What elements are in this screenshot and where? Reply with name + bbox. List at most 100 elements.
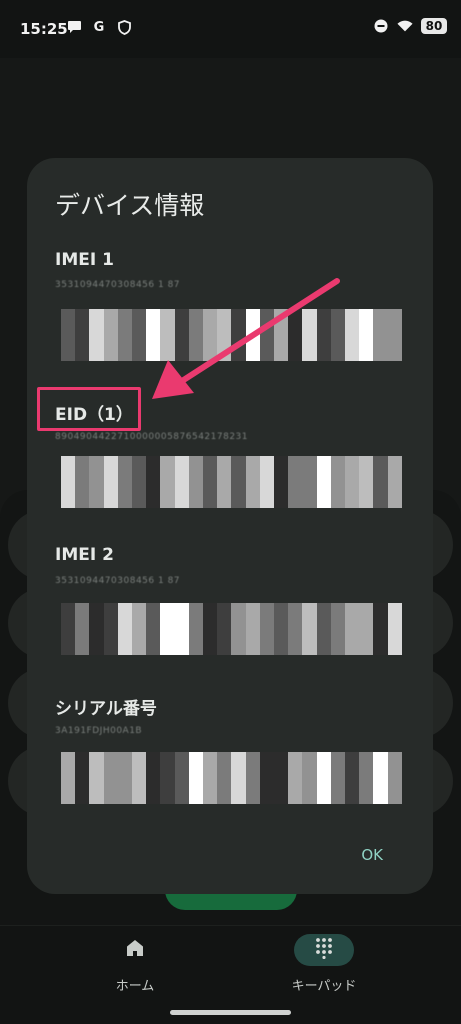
barcode-block [146, 603, 161, 655]
eid-value: 8904904422710000005876542178231 [55, 432, 249, 442]
google-icon: G [93, 19, 105, 35]
barcode-block [387, 603, 402, 655]
nav-home-label: ホーム [115, 979, 155, 994]
barcode-block [160, 456, 175, 508]
wifi-icon [397, 18, 413, 34]
barcode-block [302, 603, 317, 655]
battery-level: 80 [421, 18, 447, 34]
barcode-block [146, 752, 161, 804]
serial-barcode [61, 752, 402, 804]
gesture-handle[interactable] [170, 1010, 291, 1015]
barcode-block [274, 309, 289, 361]
barcode-block [174, 456, 189, 508]
barcode-block [160, 752, 175, 804]
barcode-block [330, 752, 346, 804]
barcode-block [274, 456, 289, 508]
barcode-block [117, 752, 133, 804]
barcode-block [345, 603, 360, 655]
eid-highlight-box [37, 387, 141, 431]
status-right-icons: 80 [373, 18, 447, 34]
barcode-block [373, 752, 388, 804]
barcode-block [345, 456, 360, 508]
barcode-block [160, 309, 175, 361]
barcode-block [288, 752, 303, 804]
barcode-block [359, 752, 374, 804]
barcode-block [274, 752, 289, 804]
barcode-block [61, 603, 76, 655]
barcode-block [245, 309, 260, 361]
barcode-block [373, 456, 388, 508]
barcode-block [117, 309, 133, 361]
barcode-block [89, 603, 104, 655]
nav-keypad-label: キーパッド [291, 979, 357, 994]
barcode-block [188, 603, 204, 655]
barcode-block [146, 309, 161, 361]
barcode-block [132, 603, 147, 655]
dialpad-icon [314, 937, 334, 963]
barcode-block [132, 309, 147, 361]
barcode-block [288, 309, 303, 361]
barcode-block [217, 752, 232, 804]
home-icon [125, 938, 145, 962]
barcode-block [75, 752, 90, 804]
barcode-block [75, 309, 90, 361]
status-time: 15:25 [20, 20, 68, 38]
barcode-block [203, 603, 218, 655]
barcode-block [288, 603, 303, 655]
barcode-block [117, 456, 133, 508]
barcode-block [316, 309, 331, 361]
barcode-block [345, 752, 360, 804]
nav-keypad-pill [294, 934, 354, 966]
barcode-block [316, 456, 331, 508]
nav-item-home[interactable]: ホーム [75, 934, 195, 994]
barcode-block [61, 456, 76, 508]
shield-icon [116, 19, 132, 35]
do-not-disturb-icon [373, 18, 389, 34]
barcode-block [203, 309, 218, 361]
barcode-block [387, 456, 402, 508]
barcode-block [217, 456, 232, 508]
nav-item-keypad[interactable]: キーパッド [264, 934, 384, 994]
barcode-block [174, 603, 189, 655]
barcode-block [61, 752, 76, 804]
barcode-block [359, 603, 374, 655]
barcode-block [61, 309, 76, 361]
barcode-block [302, 752, 317, 804]
barcode-block [245, 752, 260, 804]
barcode-block [231, 309, 246, 361]
barcode-block [174, 752, 189, 804]
barcode-block [387, 309, 402, 361]
barcode-block [188, 752, 204, 804]
barcode-block [231, 752, 246, 804]
barcode-block [75, 603, 90, 655]
barcode-block [302, 456, 317, 508]
barcode-block [146, 456, 161, 508]
barcode-block [231, 456, 246, 508]
barcode-block [274, 603, 289, 655]
status-left-icons: G [66, 19, 132, 35]
barcode-block [330, 309, 346, 361]
barcode-block [89, 456, 104, 508]
barcode-block [259, 603, 275, 655]
barcode-block [117, 603, 133, 655]
imei1-label: IMEI 1 [55, 250, 114, 270]
barcode-block [359, 309, 374, 361]
barcode-block [231, 603, 246, 655]
barcode-block [288, 456, 303, 508]
barcode-block [75, 456, 90, 508]
barcode-block [316, 603, 331, 655]
barcode-block [259, 309, 275, 361]
barcode-block [373, 603, 388, 655]
imei2-label: IMEI 2 [55, 545, 114, 565]
barcode-block [103, 309, 118, 361]
barcode-block [103, 603, 118, 655]
ok-button[interactable]: OK [361, 846, 383, 864]
barcode-block [188, 309, 204, 361]
barcode-block [345, 309, 360, 361]
serial-value: 3A191FDJH00A1B [55, 726, 143, 736]
barcode-block [245, 456, 260, 508]
barcode-block [387, 752, 402, 804]
barcode-block [217, 603, 232, 655]
barcode-block [373, 309, 388, 361]
status-bar: 15:25 G 80 [0, 0, 461, 58]
